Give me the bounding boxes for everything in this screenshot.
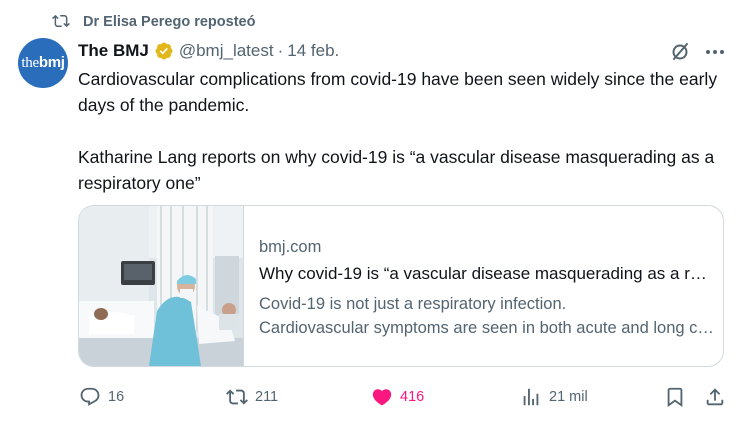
verified-badge-icon[interactable] — [154, 41, 174, 61]
separator-dot: · — [277, 41, 284, 60]
repost-icon — [52, 14, 70, 28]
bookmark-icon — [667, 387, 683, 408]
like-button[interactable]: 416 — [371, 385, 424, 409]
views-chart-icon — [523, 388, 539, 406]
link-preview-card[interactable]: bmj.com Why covid-19 is “a vascular dise… — [78, 205, 724, 367]
share-button[interactable] — [704, 385, 726, 409]
avatar[interactable]: thebmj — [18, 38, 68, 88]
avatar-logo: thebmj — [21, 54, 65, 71]
grok-icon[interactable] — [668, 40, 692, 64]
heart-icon — [372, 389, 392, 406]
reply-count: 16 — [108, 389, 125, 405]
views-button[interactable]: 21 mil — [520, 385, 588, 409]
tweet-text: Cardiovascular complications from covid-… — [78, 66, 728, 196]
author-handle[interactable]: @bmj_latest — [179, 41, 274, 61]
card-description-line: Covid-19 is not just a respiratory infec… — [259, 295, 567, 313]
tweet-paragraph: Cardiovascular complications from covid-… — [78, 69, 718, 115]
like-count: 416 — [400, 389, 425, 405]
views-count: 21 mil — [549, 389, 588, 405]
card-description: Covid-19 is not just a respiratory infec… — [259, 292, 714, 340]
repost-button[interactable]: 211 — [226, 385, 278, 409]
card-title[interactable]: Why covid-19 is “a vascular disease masq… — [259, 264, 711, 284]
tweet-header: The BMJ @bmj_latest · 14 feb. — [78, 40, 339, 62]
repost-text: Dr Elisa Perego reposteó — [83, 14, 256, 30]
bookmark-button[interactable] — [664, 385, 686, 409]
tweet-date[interactable]: 14 feb. — [287, 41, 339, 61]
card-description-line: Cardiovascular symptoms are seen in both… — [259, 319, 714, 337]
card-image[interactable] — [79, 206, 244, 366]
share-icon — [706, 388, 724, 406]
repost-icon — [226, 389, 248, 405]
reply-button[interactable]: 16 — [79, 385, 124, 409]
repost-count: 211 — [255, 389, 279, 405]
tweet-paragraph: Katharine Lang reports on why covid-19 i… — [78, 147, 715, 193]
reply-icon — [80, 387, 100, 406]
card-domain: bmj.com — [259, 238, 322, 256]
more-options-icon[interactable] — [703, 40, 727, 64]
action-bar: 16 211 416 21 mil — [0, 385, 740, 409]
author-name[interactable]: The BMJ — [78, 41, 149, 61]
